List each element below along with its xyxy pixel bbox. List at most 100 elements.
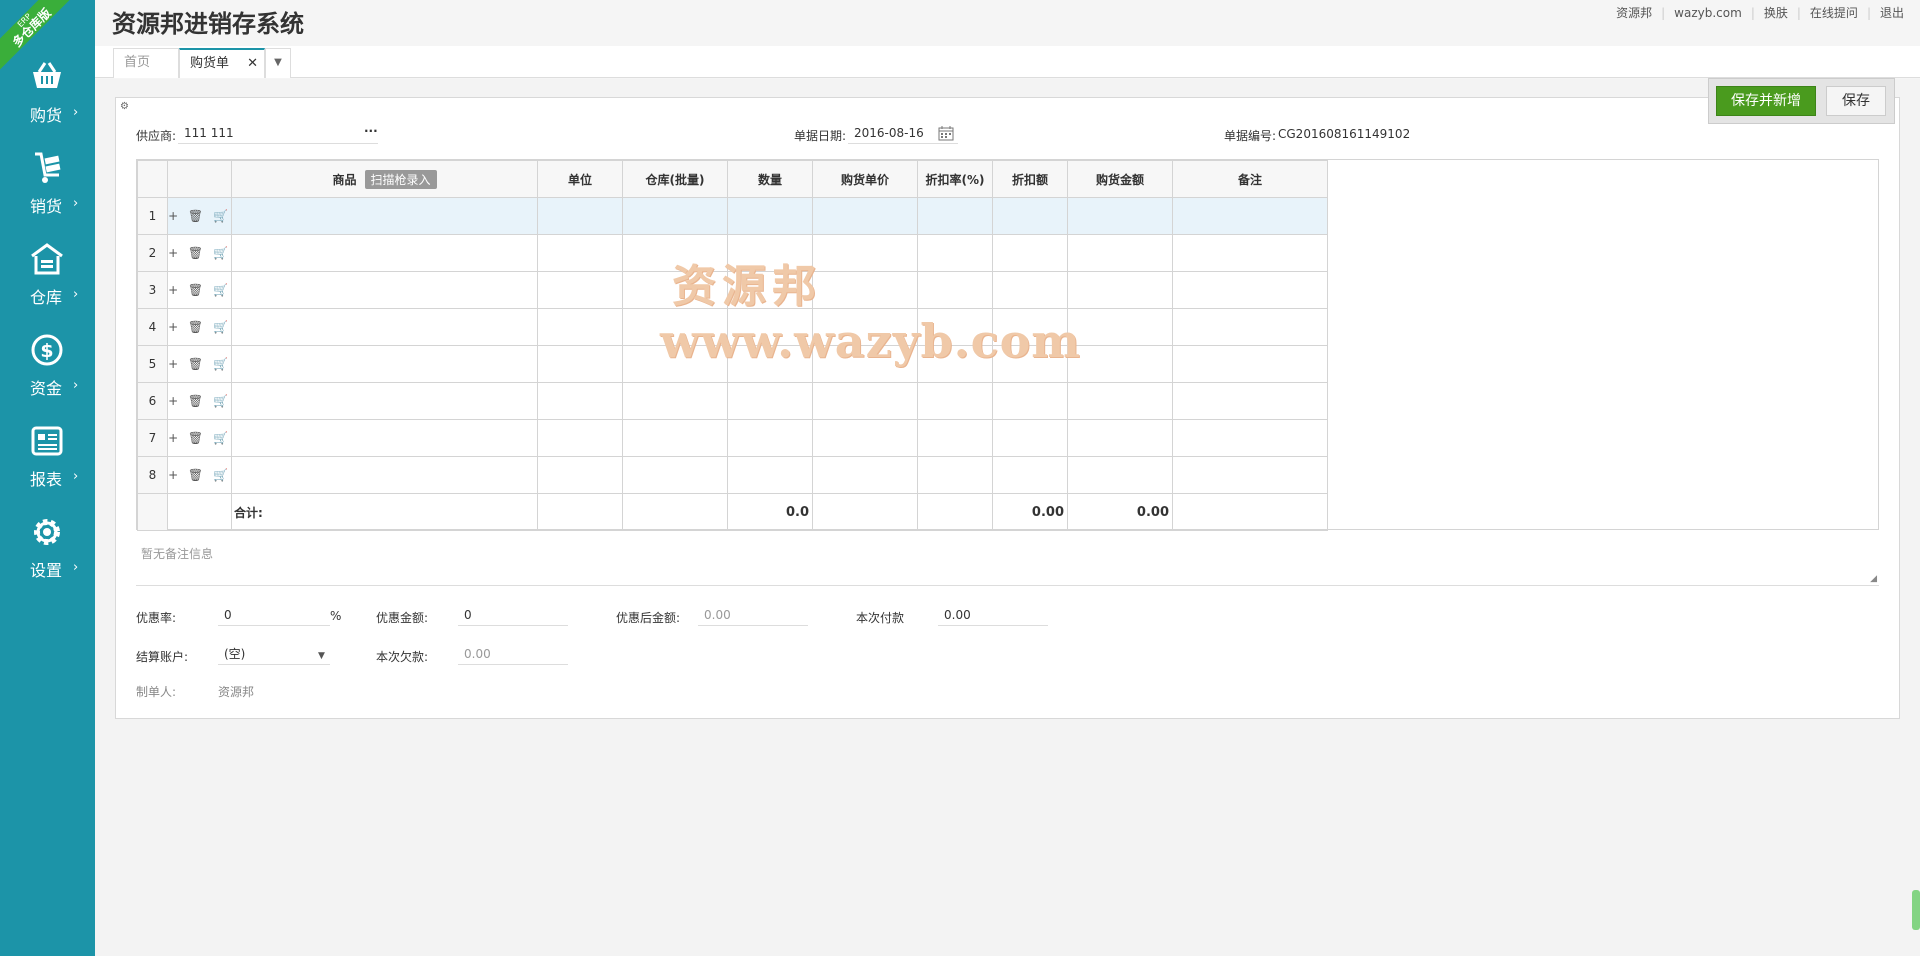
sidebar-item-sales[interactable]: 销货 › <box>0 143 95 234</box>
cell-price[interactable] <box>812 234 918 272</box>
row-ops[interactable]: + 🗑 🛒 <box>167 345 232 383</box>
cell-warehouse[interactable] <box>622 345 728 383</box>
cell-discount-rate[interactable] <box>917 308 993 346</box>
cell-warehouse[interactable] <box>622 308 728 346</box>
payment-input[interactable]: 0.00 <box>938 604 1048 626</box>
cell-amount[interactable] <box>1067 456 1173 494</box>
table-row[interactable]: 5 + 🗑 🛒 <box>137 345 1328 383</box>
row-ops[interactable]: + 🗑 🛒 <box>167 308 232 346</box>
cell-discount-amount[interactable] <box>992 271 1068 309</box>
top-link-skin[interactable]: 换肤 <box>1764 6 1788 20</box>
settings-small-icon[interactable]: ⚙ <box>120 101 129 112</box>
cell-warehouse[interactable] <box>622 419 728 457</box>
cell-remark[interactable] <box>1172 456 1328 494</box>
cell-discount-amount[interactable] <box>992 197 1068 235</box>
cell-price[interactable] <box>812 382 918 420</box>
cell-discount-amount[interactable] <box>992 345 1068 383</box>
cell-unit[interactable] <box>537 308 623 346</box>
cell-discount-rate[interactable] <box>917 345 993 383</box>
cell-remark[interactable] <box>1172 382 1328 420</box>
cell-warehouse[interactable] <box>622 234 728 272</box>
arrears-input[interactable]: 0.00 <box>458 643 568 665</box>
top-link-help[interactable]: 在线提问 <box>1810 6 1858 20</box>
cell-discount-rate[interactable] <box>917 234 993 272</box>
row-ops[interactable]: + 🗑 🛒 <box>167 419 232 457</box>
cell-product[interactable] <box>231 419 538 457</box>
remark-textarea[interactable]: 暂无备注信息 ◢ <box>136 541 1879 586</box>
cell-unit[interactable] <box>537 197 623 235</box>
cell-unit[interactable] <box>537 456 623 494</box>
cell-discount-amount[interactable] <box>992 234 1068 272</box>
cell-unit[interactable] <box>537 419 623 457</box>
supplier-more-button[interactable]: ··· <box>364 124 378 138</box>
cell-remark[interactable] <box>1172 308 1328 346</box>
cell-unit[interactable] <box>537 382 623 420</box>
discount-rate-input[interactable]: 0 <box>218 604 330 626</box>
cell-quantity[interactable] <box>727 419 813 457</box>
discount-amount-input[interactable]: 0 <box>458 604 568 626</box>
supplier-input[interactable]: 111 111 <box>178 122 378 144</box>
cell-price[interactable] <box>812 197 918 235</box>
cell-product[interactable] <box>231 345 538 383</box>
cell-product[interactable] <box>231 456 538 494</box>
scanner-entry-button[interactable]: 扫描枪录入 <box>364 169 437 189</box>
cell-remark[interactable] <box>1172 419 1328 457</box>
cell-warehouse[interactable] <box>622 456 728 494</box>
row-ops[interactable]: + 🗑 🛒 <box>167 234 232 272</box>
cell-amount[interactable] <box>1067 271 1173 309</box>
cell-product[interactable] <box>231 382 538 420</box>
table-row[interactable]: 2 + 🗑 🛒 <box>137 234 1328 272</box>
cell-remark[interactable] <box>1172 234 1328 272</box>
cell-product[interactable] <box>231 197 538 235</box>
save-and-new-button[interactable]: 保存并新增 <box>1716 86 1816 116</box>
sidebar-item-funds[interactable]: $ 资金 › <box>0 325 95 416</box>
cell-discount-rate[interactable] <box>917 382 993 420</box>
cell-warehouse[interactable] <box>622 271 728 309</box>
cell-amount[interactable] <box>1067 308 1173 346</box>
account-select[interactable]: (空) <box>218 643 330 665</box>
cell-discount-rate[interactable] <box>917 271 993 309</box>
cell-price[interactable] <box>812 271 918 309</box>
cell-product[interactable] <box>231 308 538 346</box>
cell-price[interactable] <box>812 308 918 346</box>
cell-unit[interactable] <box>537 345 623 383</box>
cell-product[interactable] <box>231 234 538 272</box>
cell-remark[interactable] <box>1172 345 1328 383</box>
tab-home[interactable]: 首页 <box>113 48 179 78</box>
cell-quantity[interactable] <box>727 234 813 272</box>
cell-warehouse[interactable] <box>622 197 728 235</box>
row-ops[interactable]: + 🗑 🛒 <box>167 197 232 235</box>
top-link-logout[interactable]: 退出 <box>1880 6 1904 20</box>
cell-amount[interactable] <box>1067 345 1173 383</box>
cell-discount-rate[interactable] <box>917 419 993 457</box>
after-discount-input[interactable]: 0.00 <box>698 604 808 626</box>
cell-amount[interactable] <box>1067 419 1173 457</box>
tab-purchase-order[interactable]: 购货单 ✕ <box>179 48 265 78</box>
cell-discount-amount[interactable] <box>992 456 1068 494</box>
save-button[interactable]: 保存 <box>1826 86 1886 116</box>
calendar-icon[interactable] <box>938 125 954 141</box>
cell-quantity[interactable] <box>727 271 813 309</box>
cell-discount-amount[interactable] <box>992 419 1068 457</box>
top-link-home[interactable]: 资源邦 <box>1616 6 1652 20</box>
sidebar-item-purchase[interactable]: 购货 › <box>0 52 95 143</box>
cell-amount[interactable] <box>1067 234 1173 272</box>
table-row[interactable]: 4 + 🗑 🛒 <box>137 308 1328 346</box>
cell-warehouse[interactable] <box>622 382 728 420</box>
cell-discount-amount[interactable] <box>992 382 1068 420</box>
cell-amount[interactable] <box>1067 382 1173 420</box>
table-row[interactable]: 6 + 🗑 🛒 <box>137 382 1328 420</box>
row-ops[interactable]: + 🗑 🛒 <box>167 271 232 309</box>
top-link-site[interactable]: wazyb.com <box>1674 6 1742 20</box>
row-ops[interactable]: + 🗑 🛒 <box>167 456 232 494</box>
resize-handle-icon[interactable]: ◢ <box>1870 574 1877 584</box>
cell-discount-rate[interactable] <box>917 197 993 235</box>
sidebar-item-settings[interactable]: 设置 › <box>0 507 95 598</box>
table-row[interactable]: 8 + 🗑 🛒 <box>137 456 1328 494</box>
cell-discount-amount[interactable] <box>992 308 1068 346</box>
row-ops[interactable]: + 🗑 🛒 <box>167 382 232 420</box>
cell-price[interactable] <box>812 456 918 494</box>
table-row[interactable]: 1 + 🗑 🛒 <box>137 197 1328 235</box>
cell-remark[interactable] <box>1172 271 1328 309</box>
sidebar-item-warehouse[interactable]: 仓库 › <box>0 234 95 325</box>
